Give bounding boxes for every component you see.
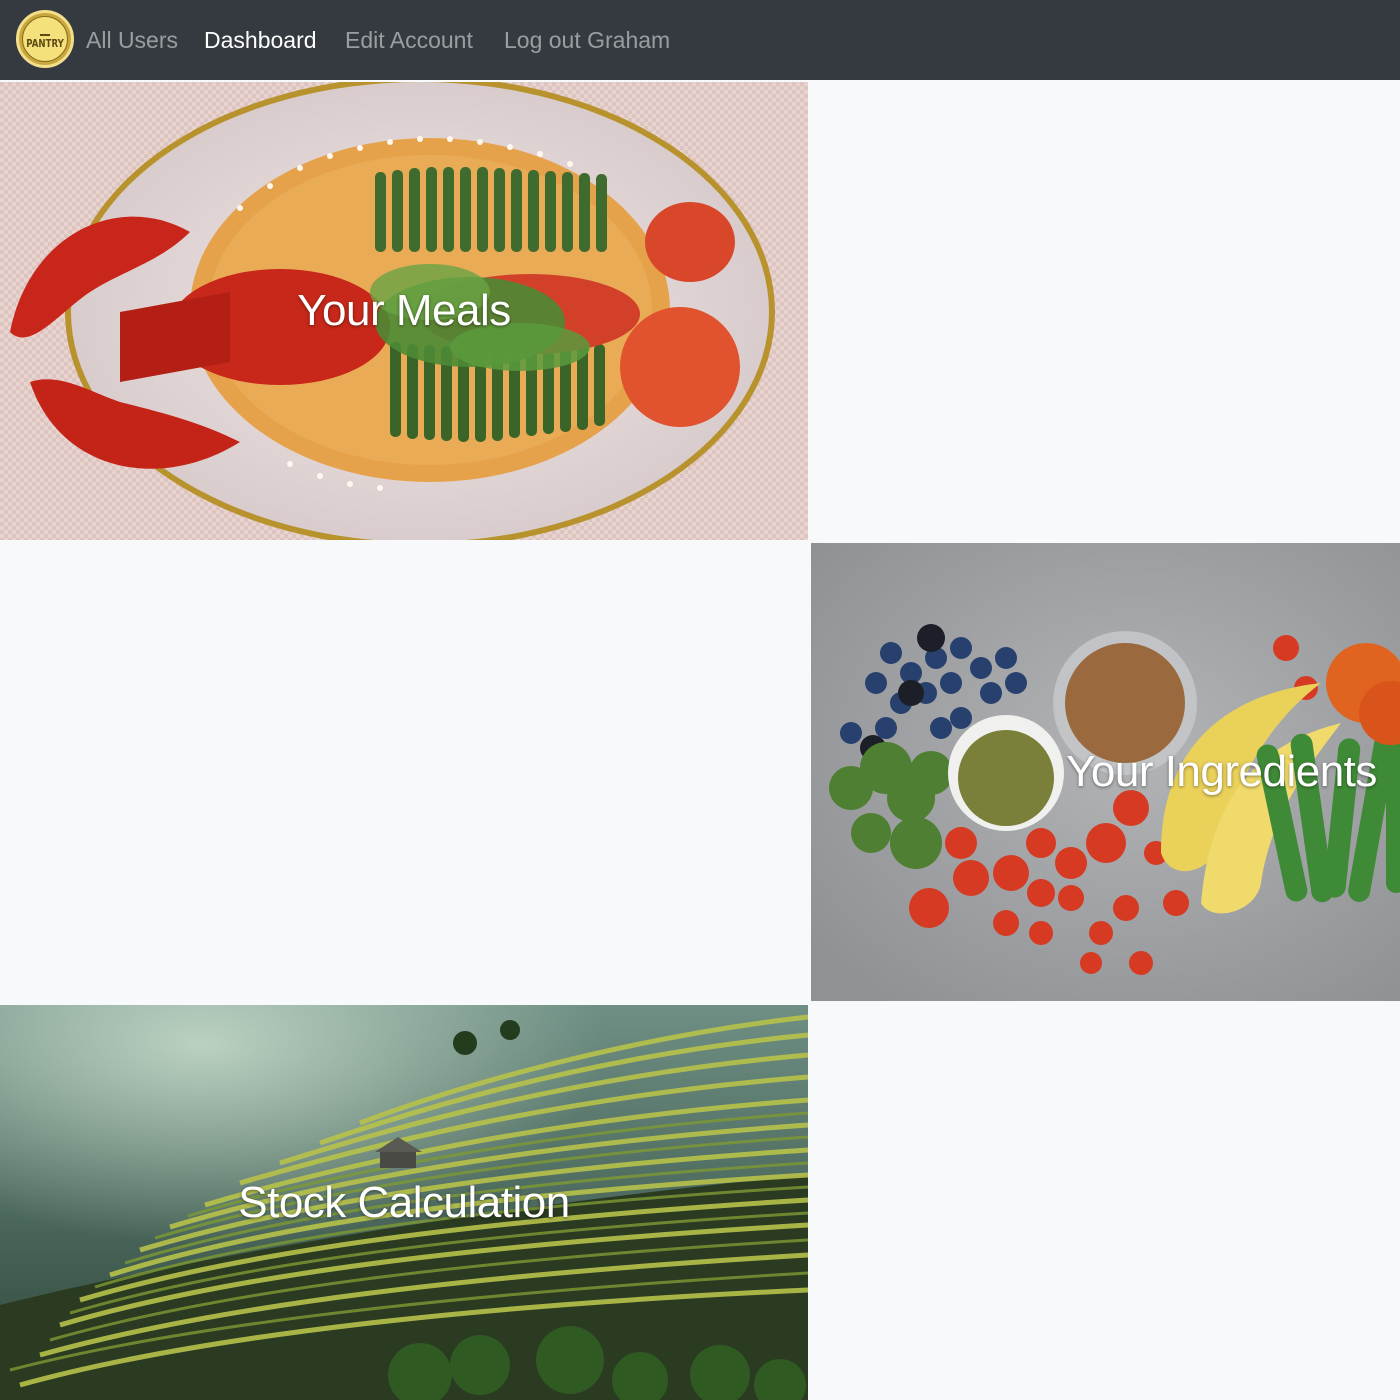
stock-calculation-tile[interactable]: Stock Calculation bbox=[0, 1005, 808, 1400]
nav-link-edit-account[interactable]: Edit Account bbox=[345, 26, 473, 54]
meals-tile-title: Your Meals bbox=[297, 286, 511, 335]
pantry-logo-icon[interactable]: PANTRY bbox=[16, 10, 74, 68]
top-navbar: PANTRY All Users Dashboard Edit Account … bbox=[0, 0, 1400, 80]
nav-link-all-users[interactable]: All Users bbox=[86, 26, 178, 54]
ingredients-tile[interactable]: Your Ingredients bbox=[811, 543, 1400, 1001]
ingredients-tile-title: Your Ingredients bbox=[1066, 747, 1377, 796]
nav-link-dashboard[interactable]: Dashboard bbox=[204, 26, 317, 54]
logo-text: PANTRY bbox=[26, 36, 64, 50]
pantry-logo-badge: PANTRY bbox=[22, 16, 68, 62]
nav-link-log-out[interactable]: Log out Graham bbox=[504, 26, 670, 54]
stock-calculation-tile-title: Stock Calculation bbox=[238, 1177, 570, 1227]
logo-mark-icon bbox=[40, 29, 50, 36]
meals-tile[interactable]: Your Meals bbox=[0, 82, 808, 540]
